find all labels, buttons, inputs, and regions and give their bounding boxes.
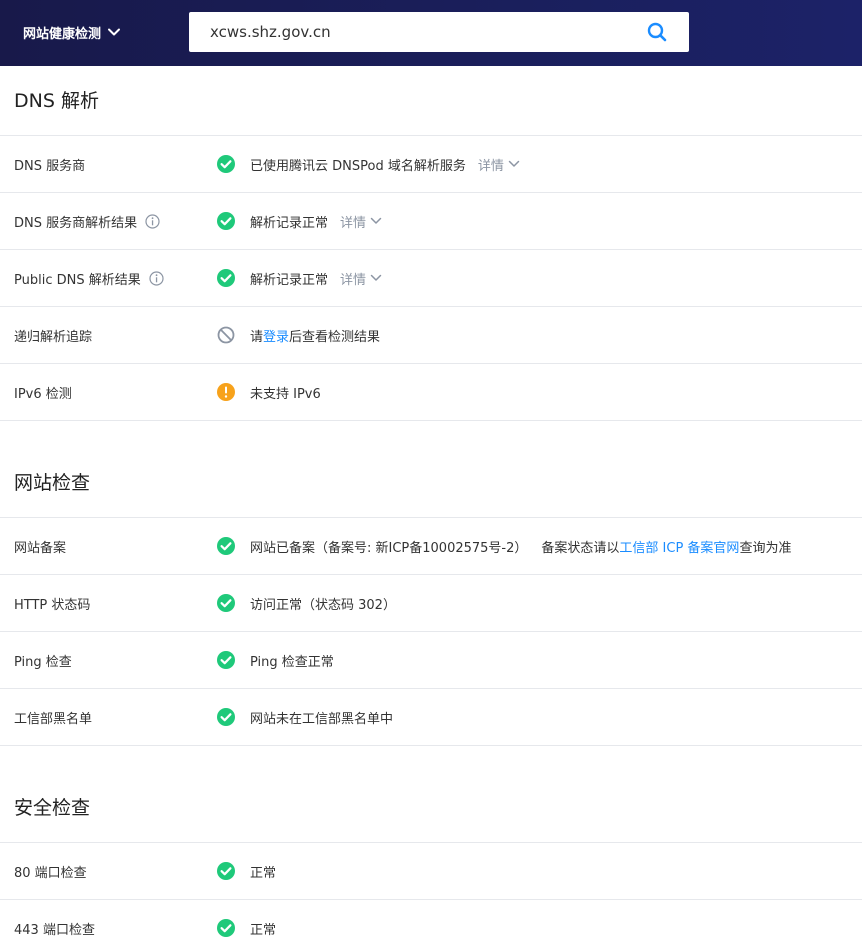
row-value: 网站未在工信部黑名单中 [250, 711, 394, 727]
section-title: 安全检查 [0, 773, 862, 843]
check-circle-icon [216, 211, 236, 231]
section-title: DNS 解析 [0, 66, 862, 136]
search-button[interactable] [625, 12, 689, 52]
row-label: 网站备案 [14, 540, 67, 556]
row-value: Ping 检查正常 [250, 654, 334, 670]
product-title: 网站健康检测 [23, 26, 102, 42]
table-row: IPv6 检测 未支持 IPv6 [0, 364, 862, 421]
check-circle-icon [216, 918, 236, 938]
table-row: Ping 检查 Ping 检查正常 [0, 632, 862, 689]
top-bar: 网站健康检测 [0, 0, 862, 66]
table-row: 网站备案 网站已备案（备案号: 新ICP备10002575号-2） 备案状态请以… [0, 518, 862, 575]
disabled-icon [217, 326, 235, 344]
table-row: Public DNS 解析结果 解析记录正常 详情 [0, 250, 862, 307]
table-row: 443 端口检查 正常 [0, 900, 862, 950]
row-label: 递归解析追踪 [14, 329, 93, 345]
detail-toggle[interactable]: 详情 [478, 155, 520, 174]
table-row: 工信部黑名单 网站未在工信部黑名单中 [0, 689, 862, 746]
table-row: 递归解析追踪 请登录 后查看检测结果 [0, 307, 862, 364]
table-row: DNS 服务商 已使用腾讯云 DNSPod 域名解析服务 详情 [0, 136, 862, 193]
site-section: 网站检查 网站备案 网站已备案（备案号: 新ICP备10002575号-2） 备… [0, 448, 862, 746]
row-label: IPv6 检测 [14, 386, 72, 402]
check-circle-icon [216, 154, 236, 174]
check-circle-icon [216, 650, 236, 670]
check-circle-icon [216, 268, 236, 288]
table-row: HTTP 状态码 访问正常（状态码 302） [0, 575, 862, 632]
row-value: 已使用腾讯云 DNSPod 域名解析服务 详情 [250, 155, 520, 174]
row-label: Public DNS 解析结果 [14, 269, 164, 288]
security-section: 安全检查 80 端口检查 正常 443 端口检查 正常 [0, 773, 862, 950]
dns-section: DNS 解析 DNS 服务商 已使用腾讯云 DNSPod 域名解析服务 详情 D… [0, 66, 862, 421]
row-value: 解析记录正常 详情 [250, 212, 382, 231]
check-circle-icon [216, 593, 236, 613]
check-circle-icon [216, 536, 236, 556]
chevron-down-icon [370, 217, 382, 224]
row-value: 正常 [250, 865, 277, 881]
table-row: 80 端口检查 正常 [0, 843, 862, 900]
row-value: 未支持 IPv6 [250, 386, 321, 402]
info-icon[interactable] [149, 270, 164, 286]
row-label: 443 端口检查 [14, 922, 95, 938]
check-circle-icon [216, 861, 236, 881]
row-value: 解析记录正常 详情 [250, 269, 382, 288]
check-circle-icon [216, 707, 236, 727]
chevron-down-icon [508, 160, 520, 167]
login-link[interactable]: 登录 [263, 326, 289, 345]
detail-toggle[interactable]: 详情 [340, 212, 382, 231]
domain-search-input[interactable] [189, 12, 625, 52]
row-label: DNS 服务商 [14, 158, 86, 174]
table-row: DNS 服务商解析结果 解析记录正常 详情 [0, 193, 862, 250]
row-label: Ping 检查 [14, 654, 72, 670]
row-label: DNS 服务商解析结果 [14, 212, 160, 231]
warning-icon [217, 383, 235, 401]
row-value: 正常 [250, 922, 277, 938]
search-box [189, 12, 689, 52]
chevron-down-icon [370, 274, 382, 281]
detail-toggle[interactable]: 详情 [340, 269, 382, 288]
row-label: 工信部黑名单 [14, 711, 93, 727]
row-label: HTTP 状态码 [14, 597, 91, 613]
row-value: 访问正常（状态码 302） [250, 597, 396, 613]
row-label: 80 端口检查 [14, 865, 87, 881]
chevron-down-icon [108, 28, 121, 36]
product-menu[interactable]: 网站健康检测 [23, 22, 121, 42]
row-value: 请登录 后查看检测结果 [250, 326, 380, 345]
search-icon [647, 22, 667, 42]
miit-icp-link[interactable]: 工信部 ICP 备案官网 [619, 537, 739, 556]
section-title: 网站检查 [0, 448, 862, 518]
row-value: 网站已备案（备案号: 新ICP备10002575号-2） 备案状态请以 工信部 I… [250, 537, 791, 556]
info-icon[interactable] [145, 213, 160, 229]
